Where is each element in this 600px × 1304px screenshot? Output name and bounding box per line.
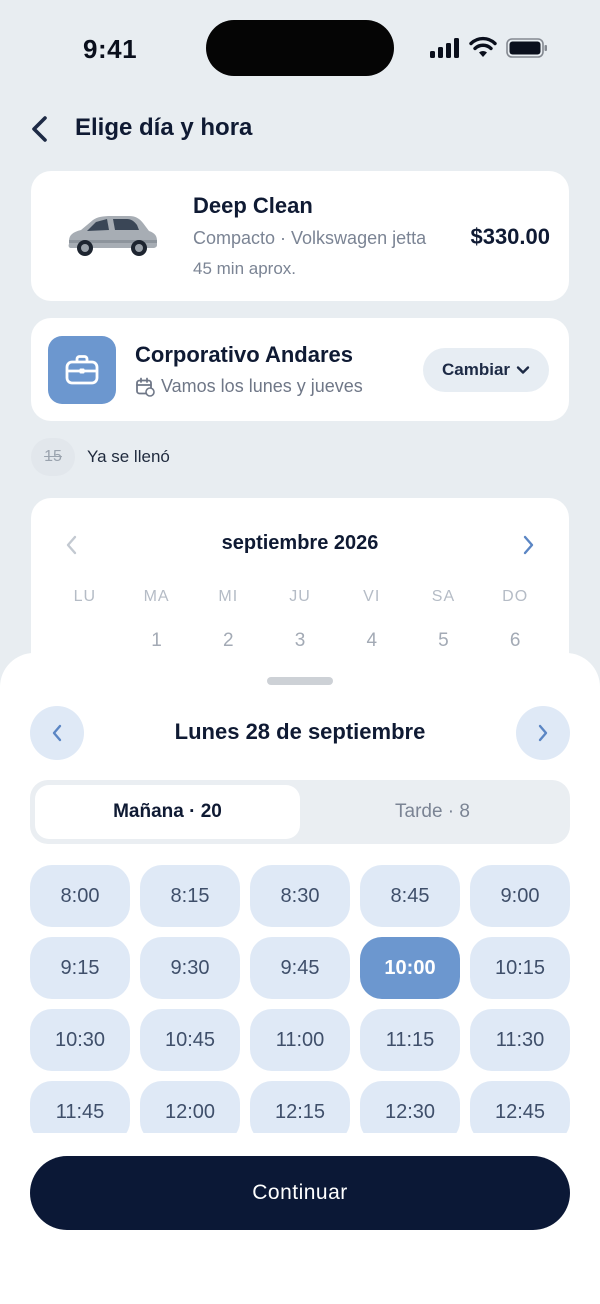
time-slot[interactable]: 9:30 [140, 937, 240, 999]
time-slot[interactable]: 12:00 [140, 1081, 240, 1133]
calendar-day[interactable]: 5 [408, 630, 480, 652]
time-slot[interactable]: 11:00 [250, 1009, 350, 1071]
vehicle-description: Compacto · Volkswagen jetta [193, 228, 427, 248]
weekday-label: MI [218, 588, 239, 605]
time-picker-sheet: Lunes 28 de septiembre Mañana · 20 Tarde… [0, 653, 600, 1304]
calendar-day[interactable]: 3 [264, 630, 336, 652]
calendar-day[interactable]: 2 [192, 630, 264, 652]
cellular-signal-icon [430, 38, 459, 58]
change-location-label: Cambiar [441, 360, 511, 379]
weekday-label: JU [289, 588, 311, 605]
service-name: Deep Clean [193, 193, 313, 218]
time-slot[interactable]: 9:00 [470, 865, 570, 927]
location-schedule-text: Vamos los lunes y jueves [161, 376, 363, 396]
service-duration: 45 min aprox. [193, 259, 296, 278]
status-bar: 9:41 [0, 0, 600, 96]
weekday-label: MA [143, 588, 170, 605]
time-slot[interactable]: 8:15 [140, 865, 240, 927]
battery-icon [506, 38, 547, 58]
time-slot[interactable]: 12:45 [470, 1081, 570, 1133]
calendar-weekdays: LU MA MI JU VI SA DO [49, 588, 551, 606]
time-slot[interactable]: 9:45 [250, 937, 350, 999]
time-slot[interactable]: 8:45 [360, 865, 460, 927]
weekday-label: SA [431, 588, 456, 605]
tab-afternoon[interactable]: Tarde · 8 [300, 785, 565, 839]
briefcase-icon [65, 355, 99, 385]
service-card: Deep Clean Compacto · Volkswagen jetta 4… [31, 171, 569, 301]
back-arrow-icon[interactable] [26, 112, 56, 146]
location-icon-tile [48, 336, 116, 404]
calendar-days-row: 1 2 3 4 5 6 [49, 630, 551, 652]
full-day-notice: 15 Ya se llenó [31, 438, 170, 476]
time-slot[interactable]: 10:45 [140, 1009, 240, 1071]
tab-morning[interactable]: Mañana · 20 [35, 785, 300, 839]
time-slot[interactable]: 11:30 [470, 1009, 570, 1071]
time-slot[interactable]: 12:15 [250, 1081, 350, 1133]
time-slot[interactable]: 8:30 [250, 865, 350, 927]
service-price: $330.00 [470, 224, 550, 249]
time-slot[interactable]: 11:15 [360, 1009, 460, 1071]
dynamic-island [206, 20, 394, 76]
calendar-day[interactable]: 4 [336, 630, 408, 652]
full-day-chip: 15 [31, 438, 75, 476]
next-day-button[interactable] [516, 706, 570, 760]
status-time: 9:41 [83, 34, 138, 64]
time-slot[interactable]: 10:30 [30, 1009, 130, 1071]
selected-day-title: Lunes 28 de septiembre [174, 719, 426, 744]
chevron-down-icon [516, 366, 530, 374]
calendar-month: septiembre 2026 [221, 532, 379, 554]
calendar-day-empty [49, 630, 121, 652]
calendar-day[interactable]: 1 [121, 630, 193, 652]
full-day-text: Ya se llenó [87, 447, 170, 466]
location-schedule: Vamos los lunes y jueves [135, 376, 363, 397]
change-location-button[interactable]: Cambiar [423, 348, 549, 392]
time-slot[interactable]: 9:15 [30, 937, 130, 999]
car-icon [68, 216, 157, 256]
time-slot-grid: 8:00 8:15 8:30 8:45 9:00 9:15 9:30 9:45 10:00 10:… [30, 865, 570, 1133]
sheet-drag-handle[interactable] [267, 677, 333, 685]
time-slot[interactable]: 11:45 [30, 1081, 130, 1133]
time-slot-selected[interactable]: 10:00 [360, 937, 460, 999]
page-title: Elige día y hora [75, 114, 253, 141]
time-slot[interactable]: 8:00 [30, 865, 130, 927]
weekday-label: VI [363, 588, 381, 605]
period-segmented-control: Mañana · 20 Tarde · 8 [30, 780, 570, 844]
location-card: Corporativo Andares Vamos los lunes y ju… [31, 318, 569, 421]
weekday-label: DO [502, 588, 529, 605]
weekday-label: LU [73, 588, 97, 605]
chevron-right-icon[interactable] [521, 534, 535, 556]
chevron-right-icon [538, 724, 548, 742]
calendar-day[interactable]: 6 [479, 630, 551, 652]
time-slot[interactable]: 12:30 [360, 1081, 460, 1133]
location-name: Corporativo Andares [135, 342, 354, 367]
wifi-icon [469, 36, 497, 57]
continue-button[interactable]: Continuar [30, 1156, 570, 1230]
time-slot[interactable]: 10:15 [470, 937, 570, 999]
calendar-repeat-icon [136, 377, 155, 397]
